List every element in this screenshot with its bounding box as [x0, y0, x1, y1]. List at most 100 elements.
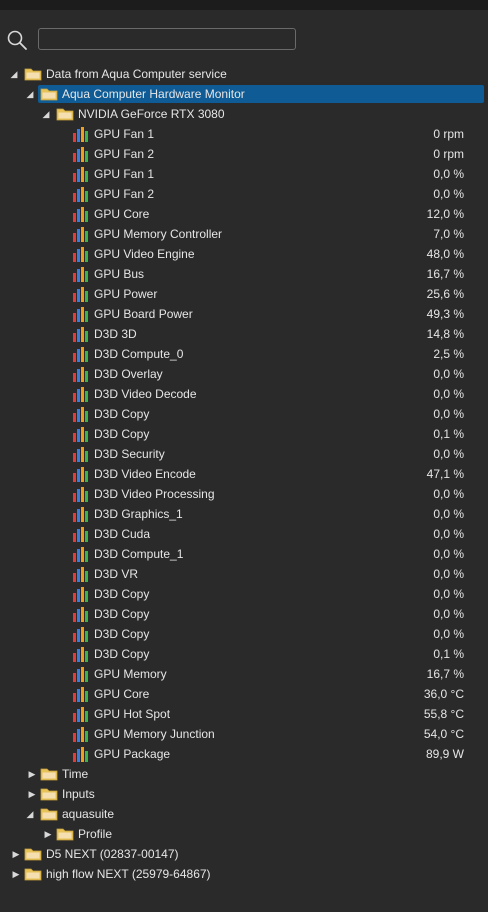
- sensor-item[interactable]: GPU Core 36,0 °C: [0, 684, 488, 704]
- tree-node-time[interactable]: ▶ Time: [0, 764, 488, 784]
- sensor-bars-icon: [73, 687, 88, 702]
- sensor-item[interactable]: GPU Power 25,6 %: [0, 284, 488, 304]
- sensor-label: D3D Compute_0: [94, 347, 184, 361]
- folder-icon: [40, 88, 58, 101]
- sensor-bars-icon: [73, 547, 88, 562]
- tree-node-label: aquasuite: [62, 807, 115, 821]
- sensor-bars-icon: [73, 747, 88, 762]
- folder-icon: [24, 848, 42, 861]
- tree-node-root[interactable]: ◢ Data from Aqua Computer service: [0, 64, 488, 84]
- tree-node-hardware-monitor[interactable]: ◢ Aqua Computer Hardware Monitor: [0, 84, 488, 104]
- sensor-item[interactable]: D3D Overlay 0,0 %: [0, 364, 488, 384]
- sensor-item[interactable]: GPU Board Power 49,3 %: [0, 304, 488, 324]
- sensor-item[interactable]: D3D Copy 0,0 %: [0, 584, 488, 604]
- sensor-bars-icon: [73, 727, 88, 742]
- sensor-bars-icon: [73, 327, 88, 342]
- sensor-item[interactable]: D3D Video Processing 0,0 %: [0, 484, 488, 504]
- sensor-label: GPU Video Engine: [94, 247, 195, 261]
- sensor-value: 0,1 %: [433, 427, 464, 441]
- expanded-arrow-icon[interactable]: ◢: [25, 84, 35, 104]
- sensor-item[interactable]: D3D Compute_1 0,0 %: [0, 544, 488, 564]
- sensor-item[interactable]: D3D Compute_0 2,5 %: [0, 344, 488, 364]
- sensor-value: 0,0 %: [433, 487, 464, 501]
- sensor-label: GPU Fan 2: [94, 147, 155, 161]
- tree-node-gpu[interactable]: ◢ NVIDIA GeForce RTX 3080: [0, 104, 488, 124]
- collapsed-arrow-icon[interactable]: ▶: [11, 864, 21, 884]
- sensor-item[interactable]: D3D Video Encode 47,1 %: [0, 464, 488, 484]
- tree-node-label: Time: [62, 767, 89, 781]
- tree-node-d5-next[interactable]: ▶ D5 NEXT (02837-00147): [0, 844, 488, 864]
- sensor-bars-icon: [73, 347, 88, 362]
- sensor-bars-icon: [73, 167, 88, 182]
- sensor-label: D3D Copy: [94, 627, 150, 641]
- sensor-label: GPU Core: [94, 207, 150, 221]
- sensor-item[interactable]: GPU Memory Junction 54,0 °C: [0, 724, 488, 744]
- tree-node-high-flow-next[interactable]: ▶ high flow NEXT (25979-64867): [0, 864, 488, 884]
- sensor-item[interactable]: D3D VR 0,0 %: [0, 564, 488, 584]
- sensor-label: GPU Core: [94, 687, 150, 701]
- sensor-value: 0,0 %: [433, 607, 464, 621]
- sensor-item[interactable]: GPU Fan 1 0,0 %: [0, 164, 488, 184]
- sensor-item[interactable]: GPU Memory 16,7 %: [0, 664, 488, 684]
- sensor-bars-icon: [73, 207, 88, 222]
- sensor-label: GPU Package: [94, 747, 171, 761]
- sensor-label: D3D 3D: [94, 327, 137, 341]
- expanded-arrow-icon[interactable]: ◢: [9, 64, 19, 84]
- sensor-bars-icon: [73, 387, 88, 402]
- sensor-label: GPU Board Power: [94, 307, 193, 321]
- sensor-label: GPU Power: [94, 287, 158, 301]
- sensor-label: D3D Copy: [94, 427, 150, 441]
- sensor-item[interactable]: D3D Copy 0,0 %: [0, 404, 488, 424]
- sensor-value: 47,1 %: [426, 467, 464, 481]
- search-input[interactable]: [38, 28, 296, 50]
- sensor-item[interactable]: GPU Hot Spot 55,8 °C: [0, 704, 488, 724]
- sensor-value: 2,5 %: [433, 347, 464, 361]
- sensor-bars-icon: [73, 187, 88, 202]
- sensor-item[interactable]: GPU Video Engine 48,0 %: [0, 244, 488, 264]
- sensor-item[interactable]: D3D Copy 0,1 %: [0, 424, 488, 444]
- sensor-item[interactable]: GPU Core 12,0 %: [0, 204, 488, 224]
- sensor-item[interactable]: D3D 3D 14,8 %: [0, 324, 488, 344]
- collapsed-arrow-icon[interactable]: ▶: [27, 784, 37, 804]
- sensor-value: 0 rpm: [433, 127, 464, 141]
- tree-node-label: Inputs: [62, 787, 95, 801]
- tree-node-label: Aqua Computer Hardware Monitor: [62, 87, 245, 101]
- collapsed-arrow-icon[interactable]: ▶: [27, 764, 37, 784]
- search-bar: [0, 26, 488, 54]
- sensor-item[interactable]: D3D Cuda 0,0 %: [0, 524, 488, 544]
- sensor-item[interactable]: GPU Bus 16,7 %: [0, 264, 488, 284]
- sensor-bars-icon: [73, 487, 88, 502]
- tree-node-label: NVIDIA GeForce RTX 3080: [78, 107, 225, 121]
- expanded-arrow-icon[interactable]: ◢: [41, 104, 51, 124]
- sensor-item[interactable]: D3D Copy 0,0 %: [0, 604, 488, 624]
- search-icon[interactable]: [6, 29, 28, 51]
- tree-node-profile[interactable]: ▶ Profile: [0, 824, 488, 844]
- folder-icon: [56, 108, 74, 121]
- sensor-bars-icon: [73, 627, 88, 642]
- collapsed-arrow-icon[interactable]: ▶: [43, 824, 53, 844]
- sensor-bars-icon: [73, 527, 88, 542]
- sensor-label: D3D Video Processing: [94, 487, 215, 501]
- sensor-value: 16,7 %: [426, 667, 464, 681]
- sensor-item[interactable]: GPU Fan 2 0,0 %: [0, 184, 488, 204]
- sensor-label: D3D Security: [94, 447, 165, 461]
- sensor-item[interactable]: D3D Security 0,0 %: [0, 444, 488, 464]
- sensor-item[interactable]: D3D Copy 0,0 %: [0, 624, 488, 644]
- tree-node-inputs[interactable]: ▶ Inputs: [0, 784, 488, 804]
- folder-icon: [56, 828, 74, 841]
- tree-node-label: Profile: [78, 827, 113, 841]
- sensor-item[interactable]: GPU Fan 2 0 rpm: [0, 144, 488, 164]
- folder-icon: [40, 808, 58, 821]
- sensor-item[interactable]: GPU Package 89,9 W: [0, 744, 488, 764]
- sensor-item[interactable]: D3D Video Decode 0,0 %: [0, 384, 488, 404]
- collapsed-arrow-icon[interactable]: ▶: [11, 844, 21, 864]
- sensor-item[interactable]: GPU Memory Controller 7,0 %: [0, 224, 488, 244]
- expanded-arrow-icon[interactable]: ◢: [25, 804, 35, 824]
- sensor-item[interactable]: GPU Fan 1 0 rpm: [0, 124, 488, 144]
- tree-node-aquasuite[interactable]: ◢ aquasuite: [0, 804, 488, 824]
- sensor-value: 54,0 °C: [423, 727, 464, 741]
- sensor-value: 55,8 °C: [423, 707, 464, 721]
- sensor-item[interactable]: D3D Copy 0,1 %: [0, 644, 488, 664]
- sensor-item[interactable]: D3D Graphics_1 0,0 %: [0, 504, 488, 524]
- sensor-label: D3D Copy: [94, 607, 150, 621]
